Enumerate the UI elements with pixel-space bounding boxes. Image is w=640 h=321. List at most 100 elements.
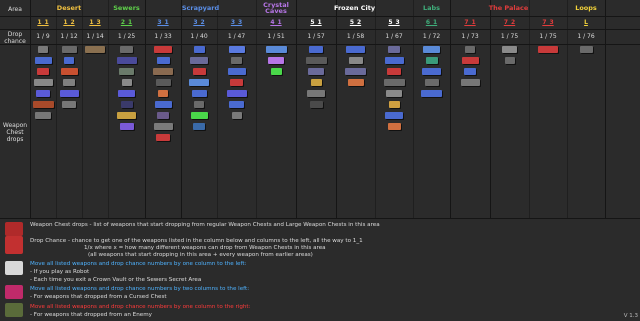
legend-text-9: - For weapons that dropped from a Cursed… bbox=[30, 294, 167, 300]
weapon-column-5_3 bbox=[375, 46, 413, 130]
weapon-sprite-icon bbox=[190, 57, 208, 64]
weapon-sprite-icon bbox=[309, 46, 323, 53]
legend: Weapon Chest drops - list of weapons tha… bbox=[0, 219, 640, 321]
weapon-sprite-icon bbox=[32, 101, 54, 108]
level-header-5_2: 5_2 bbox=[349, 18, 362, 26]
row-label-drop-chance: Drop chance bbox=[4, 31, 26, 45]
weapon-sprite-icon bbox=[36, 90, 50, 97]
drop-chance-4_1: 1 / 51 bbox=[267, 33, 285, 40]
weapon-sprite-icon bbox=[388, 46, 400, 53]
legend-text-7: - Each time you exit a Crown Vault or th… bbox=[30, 277, 202, 283]
weapon-sprite-icon bbox=[310, 79, 322, 86]
legend-text-1: Weapon Chest drops - list of weapons tha… bbox=[30, 222, 380, 228]
weapon-sprite-icon bbox=[34, 57, 52, 64]
drop-chance-5_2: 1 / 58 bbox=[346, 33, 365, 40]
weapon-sprite-icon bbox=[189, 79, 209, 86]
weapon-sprite-icon bbox=[226, 90, 247, 97]
level-header-3_1: 3_1 bbox=[157, 18, 169, 26]
weapon-sprite-icon bbox=[117, 112, 136, 119]
row-label-area: Area bbox=[8, 6, 22, 13]
legend-text-8: Move all listed weapons and drop chance … bbox=[30, 286, 250, 292]
area-header-scrapyard: Scrapyard bbox=[181, 4, 220, 12]
weapon-column-2_1 bbox=[108, 46, 145, 130]
weapon-column-5_2 bbox=[336, 46, 375, 86]
weapon-sprite-icon bbox=[37, 68, 49, 75]
weapon-sprite-icon bbox=[155, 79, 171, 86]
weapon-sprite-icon bbox=[227, 68, 246, 75]
weapon-sprite-icon bbox=[504, 57, 515, 64]
level-header-6_1: 6_1 bbox=[425, 18, 438, 26]
level-header-3_2: 3_2 bbox=[193, 18, 205, 26]
legend-text-11: - For weapons that dropped from an Enemy bbox=[30, 312, 152, 318]
drop-chance-5_1: 1 / 57 bbox=[307, 33, 325, 40]
weapon-sprite-icon bbox=[305, 57, 327, 64]
area-header-crystal-caves: Crystal Caves bbox=[263, 1, 289, 15]
weapon-sprite-icon bbox=[387, 68, 401, 75]
weapon-sprite-icon bbox=[60, 68, 78, 75]
weapon-sprite-icon bbox=[230, 79, 243, 86]
weapon-sprite-icon bbox=[156, 57, 170, 64]
weapon-column-1_3 bbox=[82, 46, 108, 53]
level-header-L: L bbox=[584, 18, 588, 26]
weapon-sprite-icon bbox=[192, 68, 206, 75]
weapon-sprite-icon bbox=[193, 46, 205, 53]
weapon-sprite-icon bbox=[193, 123, 205, 130]
weapon-sprite-icon bbox=[348, 57, 363, 64]
weapon-sprite-icon bbox=[345, 68, 366, 75]
weapon-sprite-icon bbox=[158, 90, 168, 97]
large-weapon-chest-icon bbox=[5, 236, 23, 254]
level-header-1_2: 1_2 bbox=[63, 18, 75, 26]
area-header-loops: Loops bbox=[575, 4, 597, 12]
legend-text-3: 1/x where x = how many different weapons… bbox=[84, 245, 326, 251]
weapon-sprite-icon bbox=[38, 46, 48, 53]
area-header-the-palace: The Palace bbox=[488, 4, 529, 12]
level-header-7_2: 7_2 bbox=[503, 18, 516, 26]
weapon-sprite-icon bbox=[383, 79, 405, 86]
weapon-sprite-icon bbox=[154, 46, 172, 53]
weapon-sprite-icon bbox=[268, 57, 284, 64]
drop-chance-7_2: 1 / 75 bbox=[500, 33, 519, 40]
weapon-sprite-icon bbox=[579, 46, 593, 53]
weapon-sprite-icon bbox=[464, 68, 476, 75]
weapon-sprite-icon bbox=[153, 123, 173, 130]
weapon-sprite-icon bbox=[465, 46, 475, 53]
weapon-sprite-icon bbox=[347, 79, 364, 86]
level-header-3_3: 3_3 bbox=[230, 18, 243, 26]
robot-icon bbox=[5, 261, 23, 275]
area-header-desert: Desert bbox=[56, 4, 82, 12]
weapon-sprite-icon bbox=[119, 68, 134, 75]
weapon-sprite-icon bbox=[387, 123, 401, 130]
level-header-7_1: 7_1 bbox=[464, 18, 476, 26]
cursed-chest-icon bbox=[5, 285, 23, 299]
weapon-sprite-icon bbox=[422, 68, 441, 75]
drop-chance-3_2: 1 / 40 bbox=[190, 33, 208, 40]
weapon-column-3_3 bbox=[217, 46, 256, 119]
weapon-sprite-icon bbox=[425, 57, 438, 64]
weapon-sprite-icon bbox=[421, 90, 442, 97]
weapon-sprite-icon bbox=[153, 68, 173, 75]
area-header-frozen-city: Frozen City bbox=[333, 4, 376, 12]
weapon-sprite-icon bbox=[156, 134, 170, 141]
weapon-sprite-icon bbox=[64, 57, 74, 64]
weapon-sprite-icon bbox=[121, 79, 132, 86]
legend-text-2: Drop Chance - chance to get one of the w… bbox=[30, 238, 363, 244]
drop-chance-L: 1 / 76 bbox=[577, 33, 595, 40]
drop-chance-6_1: 1 / 72 bbox=[422, 33, 441, 40]
drop-chance-1_1: 1 / 9 bbox=[36, 33, 50, 40]
weapon-sprite-icon bbox=[228, 46, 245, 53]
weapon-sprite-icon bbox=[460, 79, 480, 86]
weapon-sprite-icon bbox=[85, 46, 105, 53]
weapon-chest-icon bbox=[5, 222, 23, 236]
weapon-sprite-icon bbox=[229, 101, 244, 108]
weapon-column-7_3 bbox=[529, 46, 567, 53]
weapon-sprite-icon bbox=[538, 46, 558, 53]
weapon-sprite-icon bbox=[194, 101, 204, 108]
weapon-sprite-icon bbox=[388, 101, 400, 108]
weapon-column-4_1 bbox=[256, 46, 296, 75]
version-label: V 1.3 bbox=[623, 313, 638, 319]
weapon-column-1_2 bbox=[56, 46, 82, 108]
weapon-sprite-icon bbox=[61, 46, 77, 53]
weapon-column-L bbox=[567, 46, 605, 53]
weapon-drop-table: Area Drop chance Weapon Chest drops Dese… bbox=[0, 0, 640, 219]
level-header-1_1: 1_1 bbox=[37, 18, 49, 26]
